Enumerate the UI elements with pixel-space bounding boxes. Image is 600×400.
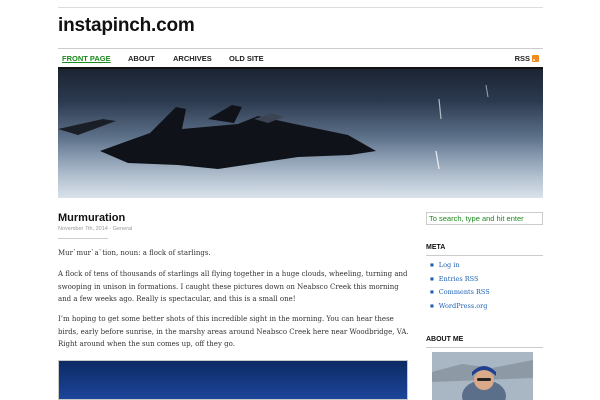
nav-rss-link[interactable]: RSS bbox=[515, 54, 539, 63]
meta-link-entries-rss[interactable]: Entries RSS bbox=[430, 272, 490, 286]
post-image[interactable] bbox=[58, 360, 408, 400]
meta-link-list: Log in Entries RSS Comments RSS WordPres… bbox=[430, 258, 490, 312]
fighter-jet-banner-graphic bbox=[58, 84, 543, 198]
post-title[interactable]: Murmuration bbox=[58, 212, 125, 224]
wingtip-silhouette bbox=[58, 119, 116, 135]
post-date: November 7th, 2014 bbox=[58, 226, 108, 232]
meta-link-log-in[interactable]: Log in bbox=[430, 258, 490, 272]
site-title[interactable]: instapinch.com bbox=[58, 15, 195, 37]
post-paragraph: I’m hoping to get some better shots of t… bbox=[58, 315, 409, 348]
profile-photo-graphic bbox=[432, 352, 533, 400]
rss-feed-icon bbox=[532, 55, 539, 62]
post-meta: November 7th, 2014 · General bbox=[58, 226, 132, 232]
nav-archives[interactable]: ARCHIVES bbox=[173, 54, 212, 63]
meta-link-wordpress[interactable]: WordPress.org bbox=[430, 299, 490, 313]
header-banner-image bbox=[58, 69, 543, 198]
meta-widget-title: META bbox=[426, 244, 543, 256]
nav-old-site[interactable]: OLD SITE bbox=[229, 54, 264, 63]
nav-about[interactable]: ABOUT bbox=[128, 54, 155, 63]
top-rule bbox=[58, 7, 543, 8]
post-category-link[interactable]: General bbox=[113, 226, 133, 232]
meta-divider bbox=[58, 238, 108, 239]
meta-link-comments-rss[interactable]: Comments RSS bbox=[430, 285, 490, 299]
post-paragraph: A flock of tens of thousands of starling… bbox=[58, 270, 408, 303]
nav-front-page[interactable]: FRONT PAGE bbox=[62, 54, 111, 63]
post-paragraph: Mur`mur`a`tion, noun: a flock of starlin… bbox=[58, 249, 211, 257]
avatar bbox=[432, 352, 533, 400]
about-widget-title: ABOUT ME bbox=[426, 336, 543, 348]
main-navigation: FRONT PAGE ABOUT ARCHIVES OLD SITE RSS bbox=[58, 48, 543, 69]
rss-label: RSS bbox=[514, 54, 530, 63]
search-input[interactable]: To search, type and hit enter bbox=[426, 212, 543, 225]
